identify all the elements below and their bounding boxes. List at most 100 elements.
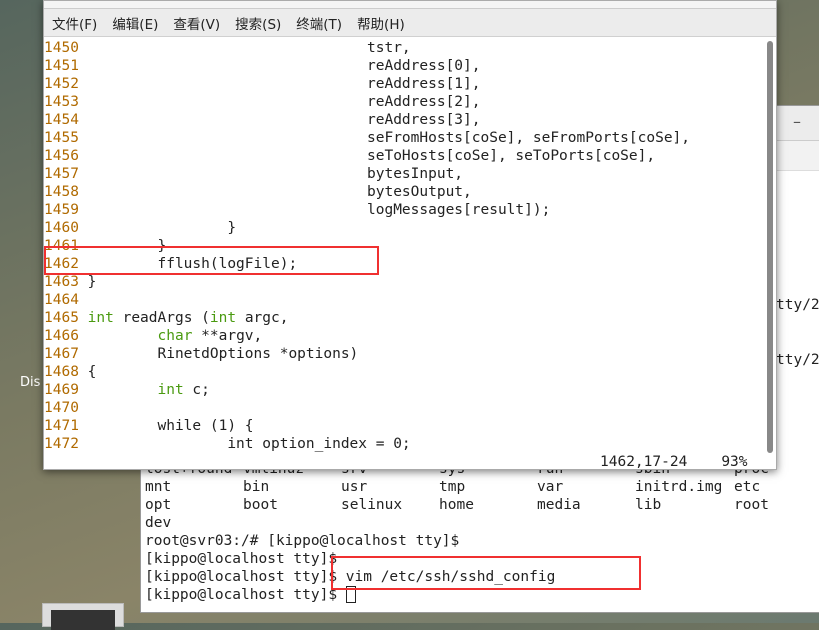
line-number: 1453 bbox=[44, 94, 79, 110]
ls-entry: tmp bbox=[439, 479, 466, 495]
ls-entry: bin bbox=[243, 479, 270, 495]
code-text: tstr, bbox=[87, 40, 411, 56]
ls-entry: initrd.img bbox=[635, 479, 723, 495]
code-text: reAddress[1], bbox=[87, 76, 481, 92]
code-line: 1452 reAddress[1], bbox=[44, 75, 764, 93]
code-line: 1463 } bbox=[44, 273, 764, 291]
ls-entry: mnt bbox=[145, 479, 172, 495]
terminal-line: [kippo@localhost tty]$ bbox=[145, 551, 338, 567]
ls-entry: root bbox=[734, 497, 769, 513]
code-text: } bbox=[87, 274, 97, 290]
code-line: 1471 while (1) { bbox=[44, 417, 764, 435]
code-line: 1468 { bbox=[44, 363, 764, 381]
ls-entry: home bbox=[439, 497, 474, 513]
ls-entry: lib bbox=[635, 497, 662, 513]
code-line: 1472 int option_index = 0; bbox=[44, 435, 764, 453]
line-number: 1450 bbox=[44, 40, 79, 56]
scrollbar[interactable] bbox=[767, 41, 773, 453]
code-line: 1470 bbox=[44, 399, 764, 417]
code-line: 1450 tstr, bbox=[44, 39, 764, 57]
line-number: 1456 bbox=[44, 148, 79, 164]
code-line: 1469 int c; bbox=[44, 381, 764, 399]
line-number: 1469 bbox=[44, 382, 79, 398]
highlight-box bbox=[331, 556, 641, 590]
line-number: 1457 bbox=[44, 166, 79, 182]
menu-search[interactable]: 搜索(S) bbox=[235, 13, 281, 33]
terminal-line: root@svr03:/# [kippo@localhost tty]$ bbox=[145, 533, 460, 549]
ls-entry: opt bbox=[145, 497, 172, 513]
code-text: RinetdOptions *options) bbox=[87, 346, 359, 362]
line-number: 1464 bbox=[44, 292, 79, 308]
code-text: while (1) { bbox=[87, 418, 254, 434]
line-number: 1459 bbox=[44, 202, 79, 218]
line-number: 1458 bbox=[44, 184, 79, 200]
window-thumbnail[interactable] bbox=[42, 603, 124, 630]
line-number: 1465 bbox=[44, 310, 79, 326]
line-number: 1451 bbox=[44, 58, 79, 74]
line-number: 1455 bbox=[44, 130, 79, 146]
code-text: bytesOutput, bbox=[87, 184, 472, 200]
vim-status-line: 1462,17-24 93% bbox=[600, 453, 782, 471]
prompt-text: [kippo@localhost tty]$ bbox=[145, 587, 346, 603]
ls-entry: usr bbox=[341, 479, 368, 495]
code-text: logMessages[result]); bbox=[87, 202, 551, 218]
desktop-icon-label[interactable]: Dis bbox=[20, 375, 40, 390]
code-line: 1459 logMessages[result]); bbox=[44, 201, 764, 219]
code-line: 1451 reAddress[0], bbox=[44, 57, 764, 75]
menu-help[interactable]: 帮助(H) bbox=[357, 13, 405, 33]
code-text: bytesInput, bbox=[87, 166, 464, 182]
code-text: reAddress[0], bbox=[87, 58, 481, 74]
code-line: 1467 RinetdOptions *options) bbox=[44, 345, 764, 363]
line-number: 1470 bbox=[44, 400, 79, 416]
ls-entry: boot bbox=[243, 497, 278, 513]
menu-terminal[interactable]: 终端(T) bbox=[296, 13, 342, 33]
line-number: 1452 bbox=[44, 76, 79, 92]
terminal-prompt[interactable]: [kippo@localhost tty]$ bbox=[145, 586, 356, 604]
code-text: int c; bbox=[157, 382, 210, 398]
menu-edit[interactable]: 编辑(E) bbox=[112, 13, 158, 33]
code-text: seToHosts[coSe], seToPorts[coSe], bbox=[87, 148, 656, 164]
code-line: 1465 int readArgs (int argc, bbox=[44, 309, 764, 327]
side-text: tty/2 bbox=[776, 297, 819, 313]
code-text: seFromHosts[coSe], seFromPorts[coSe], bbox=[87, 130, 691, 146]
ls-entry: var bbox=[537, 479, 564, 495]
code-line: 1466 char **argv, bbox=[44, 327, 764, 345]
code-line: 1456 seToHosts[coSe], seToPorts[coSe], bbox=[44, 147, 764, 165]
line-number: 1471 bbox=[44, 418, 79, 434]
menu-file[interactable]: 文件(F) bbox=[52, 13, 97, 33]
line-number: 1460 bbox=[44, 220, 79, 236]
code-text: reAddress[3], bbox=[87, 112, 481, 128]
side-text: tty/2 bbox=[776, 352, 819, 368]
line-number: 1466 bbox=[44, 328, 79, 344]
code-line: 1453 reAddress[2], bbox=[44, 93, 764, 111]
cursor-position: 1462,17-24 bbox=[600, 454, 688, 470]
highlight-box bbox=[44, 246, 379, 275]
code-line: 1458 bytesOutput, bbox=[44, 183, 764, 201]
line-number: 1468 bbox=[44, 364, 79, 380]
ls-entry: selinux bbox=[341, 497, 403, 513]
code-line: 1460 } bbox=[44, 219, 764, 237]
ls-entry: etc bbox=[734, 479, 761, 495]
line-number: 1472 bbox=[44, 436, 79, 452]
scroll-percent: 93% bbox=[721, 454, 748, 470]
ls-entry: media bbox=[537, 497, 581, 513]
code-text: reAddress[2], bbox=[87, 94, 481, 110]
title-bar[interactable] bbox=[44, 1, 776, 9]
code-text: int option_index = 0; bbox=[87, 436, 411, 452]
minimize-button[interactable]: – bbox=[793, 112, 801, 131]
vim-terminal-window[interactable]: 文件(F) 编辑(E) 查看(V) 搜索(S) 终端(T) 帮助(H) 1450… bbox=[43, 0, 777, 470]
line-number: 1467 bbox=[44, 346, 79, 362]
line-number: 1454 bbox=[44, 112, 79, 128]
menu-bar: 文件(F) 编辑(E) 查看(V) 搜索(S) 终端(T) 帮助(H) bbox=[44, 9, 776, 37]
code-text: char **argv, bbox=[157, 328, 263, 344]
code-text: } bbox=[87, 220, 237, 236]
code-line: 1464 bbox=[44, 291, 764, 309]
code-line: 1454 reAddress[3], bbox=[44, 111, 764, 129]
code-text: int readArgs (int argc, bbox=[87, 310, 289, 326]
line-number: 1463 bbox=[44, 274, 79, 290]
code-text: { bbox=[87, 364, 97, 380]
code-line: 1457 bytesInput, bbox=[44, 165, 764, 183]
ls-entry: dev bbox=[145, 515, 172, 531]
menu-view[interactable]: 查看(V) bbox=[173, 13, 220, 33]
code-line: 1455 seFromHosts[coSe], seFromPorts[coSe… bbox=[44, 129, 764, 147]
